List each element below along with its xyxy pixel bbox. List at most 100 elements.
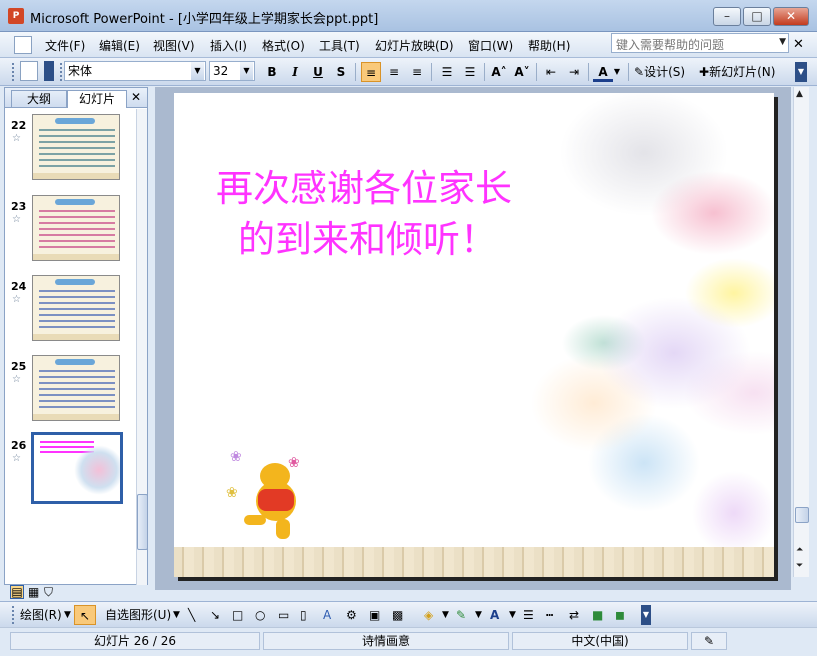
3d-style-icon[interactable]: ◼ <box>615 605 625 625</box>
toolbar-separator <box>588 63 589 81</box>
font-size-select[interactable]: 32 ▼ <box>209 61 255 81</box>
menu-edit[interactable]: 编辑(E) <box>99 37 140 54</box>
new-document-icon[interactable] <box>20 61 38 81</box>
help-search-input[interactable]: 键入需要帮助的问题 ▼ <box>611 33 789 53</box>
vertical-textbox-icon[interactable]: ▯ <box>300 605 307 625</box>
chevron-down-icon[interactable]: ▼ <box>509 605 516 625</box>
tab-slides[interactable]: 幻灯片 <box>67 90 127 108</box>
tab-outline[interactable]: 大纲 <box>11 90 67 108</box>
fill-color-icon[interactable]: ◈ <box>424 605 433 625</box>
chevron-down-icon[interactable]: ▼ <box>475 605 482 625</box>
select-pointer-icon[interactable]: ↖ <box>74 605 96 625</box>
underline-button[interactable]: U <box>308 62 328 82</box>
font-color-icon[interactable]: A <box>490 605 499 625</box>
shadow-button[interactable]: S <box>331 62 351 82</box>
align-left-icon[interactable]: ≡ <box>361 62 381 82</box>
spellcheck-icon[interactable]: ✎ <box>691 632 727 650</box>
chevron-down-icon[interactable]: ▼ <box>173 605 180 625</box>
clipart-icon[interactable]: ▣ <box>369 605 380 625</box>
line-color-icon[interactable]: ✎ <box>456 605 466 625</box>
maximize-button[interactable]: □ <box>743 7 771 26</box>
powerpoint-app-icon[interactable]: P <box>8 8 24 24</box>
chevron-down-icon[interactable]: ▼ <box>64 605 71 625</box>
slide-thumbnail-26[interactable] <box>31 432 123 504</box>
chevron-down-icon[interactable]: ▼ <box>191 62 204 80</box>
scroll-up-icon[interactable]: ▲ <box>796 89 803 99</box>
toolbar-grip-2[interactable] <box>60 63 63 81</box>
pane-scrollbar-thumb[interactable] <box>137 494 148 550</box>
chevron-down-icon[interactable]: ▼ <box>240 62 253 80</box>
increase-indent-icon[interactable]: ⇥ <box>564 62 584 82</box>
slides-pane: 大纲 幻灯片 ✕ 22 ☆ 23 ☆ 24 ☆ 25 ☆ 26 ☆ <box>4 87 148 585</box>
normal-view-icon[interactable]: ▤ <box>10 585 24 599</box>
toolbar-options-icon[interactable] <box>44 61 54 81</box>
shrink-font-button[interactable]: A˅ <box>512 62 532 82</box>
arrow-tool-icon[interactable]: ↘ <box>210 605 220 625</box>
close-document-icon[interactable]: ✕ <box>793 37 804 52</box>
menu-insert[interactable]: 插入(I) <box>210 37 247 54</box>
menu-help[interactable]: 帮助(H) <box>528 37 570 54</box>
minimize-button[interactable]: – <box>713 7 741 26</box>
decrease-indent-icon[interactable]: ⇤ <box>541 62 561 82</box>
italic-button[interactable]: I <box>285 62 305 82</box>
toolbar-options-icon[interactable]: ▼ <box>795 62 807 82</box>
bold-button[interactable]: B <box>262 62 282 82</box>
menu-file[interactable]: 文件(F) <box>45 37 85 54</box>
slide-thumbnail-24[interactable] <box>32 275 120 341</box>
diagram-icon[interactable]: ⚙ <box>346 605 357 625</box>
design-button[interactable]: ✎设计(S) <box>634 62 694 82</box>
shadow-style-icon[interactable]: ■ <box>592 605 603 625</box>
slide-thumbnail-23[interactable] <box>32 195 120 261</box>
document-icon[interactable] <box>14 36 32 54</box>
slide-sorter-view-icon[interactable]: ▦ <box>28 585 39 599</box>
toolbar-grip[interactable] <box>12 606 15 624</box>
toolbar-options-icon[interactable]: ▼ <box>641 605 651 625</box>
chevron-down-icon[interactable]: ▼ <box>612 62 622 82</box>
slide-thumbnail-25[interactable] <box>32 355 120 421</box>
menu-slideshow[interactable]: 幻灯片放映(D) <box>375 37 454 54</box>
star-icon: ☆ <box>12 294 21 305</box>
font-name-select[interactable]: 宋体 ▼ <box>64 61 206 81</box>
toolbar-grip[interactable] <box>12 63 15 81</box>
menu-view[interactable]: 视图(V) <box>153 37 195 54</box>
rectangle-tool-icon[interactable]: □ <box>232 605 243 625</box>
line-style-icon[interactable]: ☰ <box>523 605 534 625</box>
autoshapes-menu-button[interactable]: 自选图形(U) <box>105 605 171 625</box>
close-button[interactable]: ✕ <box>773 7 809 26</box>
line-tool-icon[interactable]: ╲ <box>188 605 195 625</box>
picture-icon[interactable]: ▩ <box>392 605 403 625</box>
wordart-icon[interactable]: A <box>323 605 331 625</box>
menu-window[interactable]: 窗口(W) <box>468 37 513 54</box>
oval-tool-icon[interactable]: ○ <box>255 605 265 625</box>
grow-font-button[interactable]: A˄ <box>489 62 509 82</box>
chevron-down-icon[interactable]: ▼ <box>442 605 449 625</box>
next-slide-icon[interactable]: ⏷ <box>796 561 803 571</box>
slide-thumbnail-22[interactable] <box>32 114 120 180</box>
slide-number: 25 <box>11 360 27 373</box>
align-center-icon[interactable]: ≡ <box>384 62 404 82</box>
bullet-list-icon[interactable]: ☰ <box>460 62 480 82</box>
chevron-down-icon[interactable]: ▼ <box>779 37 786 47</box>
dash-style-icon[interactable]: ┅ <box>546 605 553 625</box>
textbox-tool-icon[interactable]: ▭ <box>278 605 289 625</box>
slideshow-view-icon[interactable]: ⛉ <box>44 585 53 600</box>
current-slide[interactable]: 再次感谢各位家长 的到来和倾听！ ❀ ❀ ❀ <box>174 93 774 577</box>
draw-menu-button[interactable]: 绘图(R) <box>20 605 62 625</box>
slide-scrollbar[interactable]: ▲ ⏶ ⏷ <box>793 87 809 577</box>
slide-text-box[interactable]: 再次感谢各位家长 的到来和倾听！ <box>216 163 512 265</box>
star-icon: ☆ <box>12 133 21 144</box>
pane-scrollbar[interactable] <box>136 109 148 585</box>
arrow-style-icon[interactable]: ⇄ <box>569 605 579 625</box>
close-pane-icon[interactable]: ✕ <box>131 90 141 104</box>
menu-format[interactable]: 格式(O) <box>262 37 305 54</box>
menu-tools[interactable]: 工具(T) <box>319 37 360 54</box>
winnie-the-pooh-image <box>234 453 314 548</box>
new-slide-button[interactable]: ✚新幻灯片(N) <box>699 62 785 82</box>
decorative-border <box>174 547 774 577</box>
numbered-list-icon[interactable]: ☰ <box>437 62 457 82</box>
previous-slide-icon[interactable]: ⏶ <box>796 545 803 555</box>
align-right-icon[interactable]: ≡ <box>407 62 427 82</box>
font-color-button[interactable]: A <box>593 62 613 82</box>
slide-scrollbar-thumb[interactable] <box>795 507 809 523</box>
drawing-toolbar: 绘图(R) ▼ ↖ 自选图形(U) ▼ ╲ ↘ □ ○ ▭ ▯ A ⚙ ▣ ▩ … <box>0 601 817 627</box>
